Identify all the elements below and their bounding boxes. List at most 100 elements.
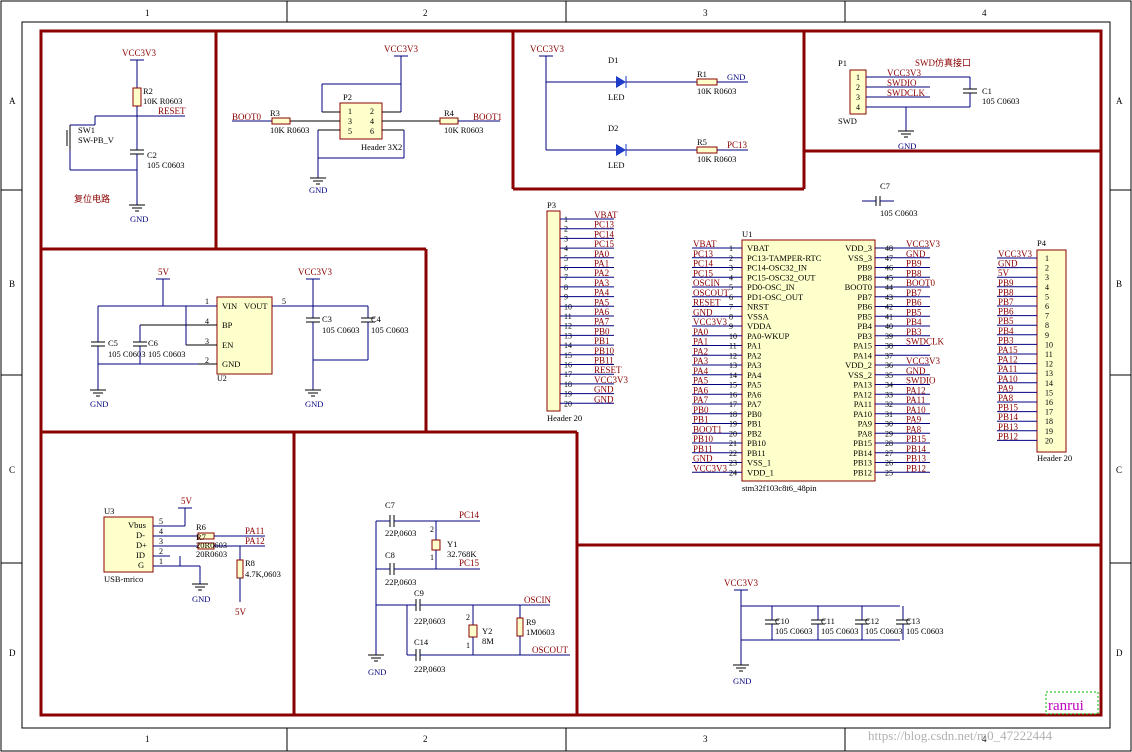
mcu-right-net: PB14 (906, 444, 927, 454)
mcu-left-pin-num: 24 (729, 468, 737, 477)
p4-label: P4 (1037, 238, 1047, 248)
svg-text:4: 4 (370, 117, 374, 126)
frame-col-bottom-1: 1 (145, 734, 150, 744)
c1-label: C1 (982, 86, 992, 96)
p4-pin-num: 13 (1045, 369, 1053, 378)
frame-row-right-A: A (1116, 96, 1123, 106)
c3-label: C3 (322, 314, 332, 324)
svg-text:BP: BP (222, 320, 233, 330)
c5-label: C5 (108, 338, 118, 348)
mcu-right-pin-num: 33 (885, 390, 893, 399)
mcu-right-net: PB6 (906, 298, 922, 308)
mcu-right-net: PA12 (906, 385, 926, 395)
mcu-left-pin: PB11 (747, 448, 766, 458)
mcu-right-net: PB9 (906, 259, 922, 269)
p3-value: Header 20 (547, 413, 582, 423)
led-gnd-label: GND (727, 72, 745, 82)
svg-text:5: 5 (159, 517, 163, 526)
mcu-left-pin: PC13-TAMPER-RTC (747, 253, 822, 263)
svg-text:D-: D- (136, 530, 145, 540)
p4-pin-num: 18 (1045, 417, 1053, 426)
mcu-right-net: PB3 (906, 327, 922, 337)
mcu-left-pin: VBAT (747, 243, 770, 253)
mcu-right-net: VCC3V3 (906, 356, 941, 366)
mcu-right-net: PB15 (906, 434, 927, 444)
r5-label: R5 (697, 137, 707, 147)
mcu-left-pin-num: 16 (729, 390, 737, 399)
mcu-left-pin: PB10 (747, 438, 766, 448)
mcu-right-net: PB5 (906, 307, 922, 317)
mcu-left-pin-num: 21 (729, 439, 737, 448)
r7-label: R7 (196, 532, 206, 542)
reset-gnd-label: GND (130, 214, 148, 224)
mcu-left-pin: PA1 (747, 341, 761, 351)
ldo-circuit: 5V VIN BP EN GND VOUT 1 4 3 2 5 U2 C5 10… (90, 267, 409, 409)
mcu-right-pin-num: 36 (885, 361, 893, 370)
r5-resistor (696, 146, 718, 154)
r1-resistor (696, 78, 718, 86)
p2-value: Header 3X2 (361, 142, 402, 152)
sw1-value: SW-PB_V (78, 135, 115, 145)
mcu-left-net: PB0 (693, 405, 709, 415)
p3-net: PA1 (594, 259, 609, 269)
y1-crystal (431, 539, 441, 551)
mcu-left-pin-num: 12 (729, 351, 737, 360)
p3-net: PC15 (594, 239, 615, 249)
frame-col-bottom-2: 2 (423, 734, 428, 744)
p4-pin-num: 3 (1045, 273, 1049, 282)
p3-net: VBAT (594, 210, 618, 220)
c14-value: 22P,0603 (414, 664, 445, 674)
mcu-right-pin-num: 31 (885, 410, 893, 419)
frame-row-C: C (9, 465, 15, 475)
ldo-vcc-label: VCC3V3 (298, 267, 333, 277)
svg-text:6: 6 (370, 127, 374, 136)
u1-value: stm32f103c8t6_48pin (742, 483, 817, 493)
mcu-left-net: PC14 (693, 259, 714, 269)
mcu-block: C7 105 C0603 U1 VBAT 1 VBATPC13 2 PC13-TAMPE… (692, 181, 945, 493)
frame-row-D: D (9, 648, 16, 658)
p4-net: PA12 (998, 355, 1018, 365)
p4-net: PA15 (998, 345, 1018, 355)
r8-resistor (236, 559, 244, 579)
u2-label: U2 (217, 374, 227, 383)
p4-pin-num: 8 (1045, 321, 1049, 330)
svg-text:2: 2 (466, 613, 470, 622)
p4-net: VCC3V3 (998, 249, 1033, 259)
led-vcc-label: VCC3V3 (530, 44, 565, 54)
mcu-left-pin-num: 9 (729, 322, 733, 331)
mcu-left-pin: PA7 (747, 399, 761, 409)
svg-text:Vbus: Vbus (128, 520, 146, 530)
ldo-gnd-right: GND (305, 399, 323, 409)
frame-row-B: B (9, 279, 15, 289)
p4-pin-num: 1 (1045, 254, 1049, 263)
svg-text:2: 2 (159, 547, 163, 556)
mcu-right-pin-num: 43 (885, 293, 893, 302)
r4-value: 10K R0603 (444, 125, 483, 135)
mcu-left-pin: VSS_1 (747, 458, 771, 468)
mcu-left-pin: PA3 (747, 360, 761, 370)
d1-label: D1 (608, 55, 618, 65)
mcu-right-pin: PA14 (853, 350, 872, 360)
crystal-oscin-label: OSCIN (524, 595, 552, 605)
boot-circuit: VCC3V3 P2 1 2 3 4 5 6 GND Header 3X2 BOO… (232, 44, 502, 195)
mcu-left-pin: PA0-WKUP (747, 331, 789, 341)
r8-label: R8 (245, 558, 255, 568)
usb-pa12-label: PA12 (245, 536, 265, 546)
mcu-right-net: PB12 (906, 463, 926, 473)
frame-row-right-C: C (1116, 465, 1122, 475)
mcu-right-net: SWDCLK (906, 337, 945, 347)
mcu-left-pin-num: 1 (729, 244, 733, 253)
p3-label: P3 (547, 200, 556, 210)
mcu-left-pin: PC15-OSC32_OUT (747, 272, 816, 282)
mcu-left-pin-num: 11 (729, 342, 737, 351)
p3-net: PA4 (594, 288, 610, 298)
svg-text:3: 3 (856, 93, 860, 102)
mcu-right-pin: PA13 (853, 380, 872, 390)
mcu-left-net: GND (693, 307, 713, 317)
y2-crystal (468, 624, 478, 638)
r6-label: R6 (196, 522, 206, 532)
mcu-right-pin: PB13 (853, 458, 872, 468)
p3-net: PC14 (594, 229, 615, 239)
boot-vcc-label: VCC3V3 (384, 44, 419, 54)
p4-pin-num: 9 (1045, 331, 1049, 340)
